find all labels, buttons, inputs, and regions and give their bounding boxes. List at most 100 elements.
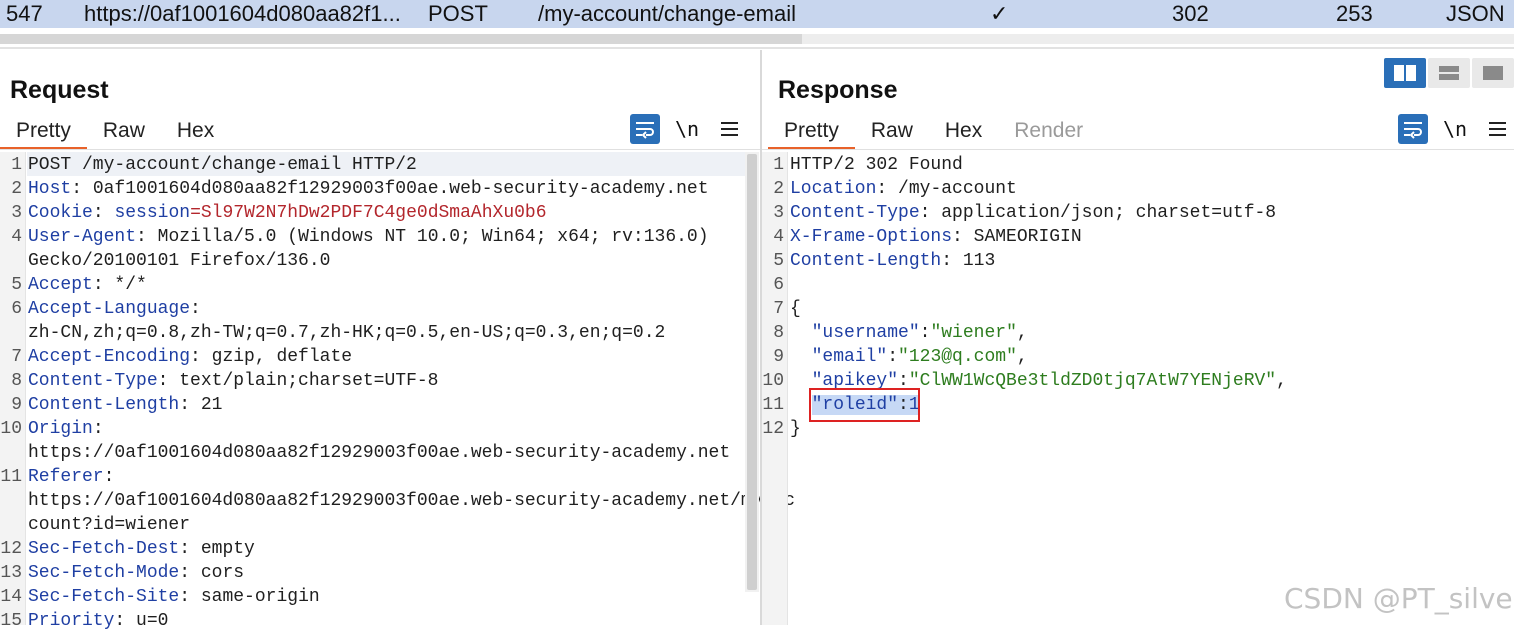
header-value: text/plain;charset=UTF-8	[168, 371, 439, 391]
header-name: Content-Length	[28, 395, 180, 415]
request-line: 12 Sec-Fetch-Dest: empty	[0, 537, 745, 561]
header-name: Location	[790, 179, 877, 199]
request-tab-hex[interactable]: Hex	[161, 116, 230, 150]
cookie-value: =Sl97W2N7hDw2PDF7C4ge0dSmaAhXu0b6	[190, 203, 547, 223]
line-number: 11	[762, 395, 784, 415]
request-panel: Request Pretty Raw Hex \n 1 POST /my-acco…	[0, 50, 795, 631]
header-name: Accept-Encoding	[28, 347, 191, 367]
request-line: 15 Priority: u=0	[0, 609, 745, 633]
history-host: https://0af1001604d080aa82f1...	[84, 1, 401, 26]
header-value: https://0af1001604d080aa82f12929003f00ae…	[28, 491, 795, 511]
request-line: 5 Accept: */*	[0, 273, 745, 297]
header-name: Sec-Fetch-Site	[28, 587, 180, 607]
request-line-content: count?id=wiener	[28, 513, 190, 537]
json-key: "email"	[811, 347, 888, 367]
header-separator: :	[114, 611, 126, 631]
json-entry: "username":"wiener"	[812, 323, 1017, 343]
header-value: zh-CN,zh;q=0.8,zh-TW;q=0.7,zh-HK;q=0.5,e…	[28, 323, 666, 343]
request-tab-pretty[interactable]: Pretty	[0, 116, 87, 150]
request-line: 2 Host: 0af1001604d080aa82f12929003f00ae.…	[0, 177, 745, 201]
header-separator: :	[190, 299, 201, 319]
response-line: 2 Location: /my-account	[762, 177, 1514, 201]
request-tab-raw[interactable]: Raw	[87, 116, 161, 150]
response-editor[interactable]: 1 HTTP/2 302 Found 2 Location: /my-account 3…	[762, 152, 1514, 625]
response-tab-pretty[interactable]: Pretty	[768, 116, 855, 150]
request-line-content: Cookie: session=Sl97W2N7hDw2PDF7C4ge0dSm…	[28, 201, 547, 225]
request-menu-icon[interactable]	[714, 114, 744, 144]
request-line: 8 Content-Type: text/plain;charset=UTF-8	[0, 369, 745, 393]
line-number: 7	[11, 347, 22, 367]
response-line-content: HTTP/2 302 Found	[790, 153, 963, 177]
request-tools: \n	[630, 114, 744, 144]
line-number: 10	[762, 371, 784, 391]
line-number: 12	[762, 419, 784, 439]
history-scroll-thumb[interactable]	[0, 34, 802, 44]
response-line: 1 HTTP/2 302 Found	[762, 153, 1514, 177]
response-tab-render[interactable]: Render	[998, 116, 1099, 150]
header-separator: :	[179, 563, 191, 583]
line-number: 8	[11, 371, 22, 391]
history-horizontal-scrollbar[interactable]	[0, 34, 1514, 44]
request-newline-toggle[interactable]: \n	[672, 114, 702, 144]
history-length: 253	[1336, 1, 1373, 26]
line-number: 4	[773, 227, 784, 247]
request-line-content: Origin:	[28, 417, 104, 441]
response-line: 8 "username":"wiener",	[762, 321, 1514, 345]
header-separator: :	[136, 227, 147, 247]
request-line-content: Host: 0af1001604d080aa82f12929003f00ae.w…	[28, 177, 709, 201]
request-line-content: Priority: u=0	[28, 609, 168, 633]
history-params-check: ✓	[990, 1, 1009, 26]
response-line: 3 Content-Type: application/json; charset…	[762, 201, 1514, 225]
header-separator: :	[179, 395, 191, 415]
history-divider	[0, 47, 1514, 49]
request-line-content: Gecko/20100101 Firefox/136.0	[28, 249, 330, 273]
request-line: 9 Content-Length: 21	[0, 393, 745, 417]
request-wrap-toggle[interactable]	[630, 114, 660, 144]
header-value: cors	[190, 563, 245, 583]
line-number: 3	[11, 203, 22, 223]
response-line: 7{	[762, 297, 1514, 321]
request-line-content: Sec-Fetch-Dest: empty	[28, 537, 255, 561]
header-name: User-Agent	[28, 227, 137, 247]
json-comma: ,	[1276, 371, 1287, 391]
response-menu-icon[interactable]	[1482, 114, 1512, 144]
json-comma: ,	[1016, 347, 1028, 367]
json-colon: :	[887, 347, 899, 367]
request-line-text: POST /my-account/change-email HTTP/2	[28, 155, 417, 175]
request-line: 1 POST /my-account/change-email HTTP/2	[0, 153, 745, 177]
header-name: Referer	[28, 467, 104, 487]
header-name: Sec-Fetch-Dest	[28, 539, 180, 559]
header-separator: :	[103, 467, 115, 487]
response-tabs: Pretty Raw Hex Render	[768, 116, 1099, 150]
header-name: Accept-Language	[28, 299, 191, 319]
request-line-content: Content-Length: 21	[28, 393, 222, 417]
request-line-content: Content-Type: text/plain;charset=UTF-8	[28, 369, 438, 393]
line-number: 13	[0, 563, 22, 583]
request-editor[interactable]: 1 POST /my-account/change-email HTTP/2 2 Ho…	[0, 152, 795, 631]
request-line: zh-CN,zh;q=0.8,zh-TW;q=0.7,zh-HK;q=0.5,e…	[0, 321, 745, 345]
line-number: 12	[0, 539, 22, 559]
line-number: 5	[773, 251, 784, 271]
response-line: 9 "email":"123@q.com",	[762, 345, 1514, 369]
line-number: 1	[11, 155, 22, 175]
history-row[interactable]: 547 https://0af1001604d080aa82f1... POST…	[0, 0, 1514, 28]
response-tab-hex[interactable]: Hex	[929, 116, 998, 150]
response-newline-toggle[interactable]: \n	[1440, 114, 1470, 144]
request-line-content: Sec-Fetch-Mode: cors	[28, 561, 244, 585]
response-line-content: X-Frame-Options: SAMEORIGIN	[790, 225, 1082, 249]
header-separator: :	[919, 203, 931, 223]
response-line-content: Content-Type: application/json; charset=…	[790, 201, 1276, 225]
response-tab-raw[interactable]: Raw	[855, 116, 929, 150]
header-value: application/json; charset=utf-8	[930, 203, 1277, 223]
response-wrap-toggle[interactable]	[1398, 114, 1428, 144]
header-separator: :	[941, 251, 953, 271]
request-scroll-thumb[interactable]	[747, 154, 757, 590]
request-tab-underline	[0, 149, 760, 150]
line-number: 14	[0, 587, 22, 607]
header-separator: :	[952, 227, 963, 247]
request-line: Gecko/20100101 Firefox/136.0	[0, 249, 745, 273]
request-vertical-scrollbar[interactable]	[745, 152, 759, 592]
header-value: count?id=wiener	[28, 515, 191, 535]
line-number: 15	[0, 611, 22, 631]
